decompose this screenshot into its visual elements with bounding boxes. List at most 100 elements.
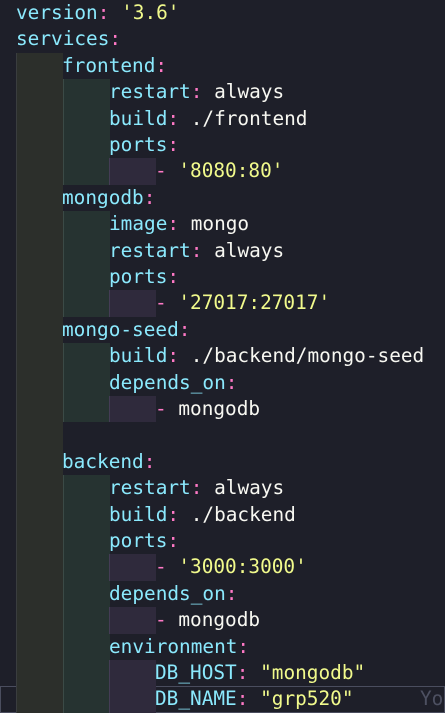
code-text: build: ./backend/mongo-seed: [109, 343, 424, 369]
code-token: :: [167, 502, 191, 526]
code-line[interactable]: frontend:: [0, 52, 445, 80]
code-token: mongodb: [178, 608, 261, 632]
code-line[interactable]: build: ./backend: [0, 501, 445, 528]
code-text: - mongodb: [155, 607, 260, 633]
code-token: DB_HOST: [155, 661, 237, 684]
code-token: version: [16, 1, 98, 24]
code-token: backend: [62, 449, 144, 473]
code-line[interactable]: build: ./frontend: [0, 105, 445, 132]
indent-guide: [63, 528, 110, 555]
code-token: build: [109, 106, 168, 130]
code-line[interactable]: - mongodb: [0, 396, 445, 423]
code-line[interactable]: restart: always: [0, 237, 445, 264]
code-token: depends_on: [109, 370, 226, 394]
indent-guide: [63, 501, 110, 528]
indent-guide: [63, 660, 110, 687]
code-token: ./frontend: [190, 106, 308, 130]
code-token: always: [214, 238, 285, 262]
code-line[interactable]: restart: always: [0, 79, 445, 106]
indent-guide: [63, 369, 110, 396]
code-line[interactable]: build: ./backend/mongo-seed: [0, 343, 445, 370]
code-token: ports: [109, 529, 168, 552]
code-line[interactable]: ports:: [0, 528, 445, 555]
code-text: mongodb:: [62, 185, 155, 211]
code-text: restart: always: [109, 238, 284, 264]
indent-guide: [109, 290, 156, 317]
indent-guide: [63, 343, 110, 370]
code-token: :: [167, 344, 191, 368]
code-line[interactable]: - '8080:80': [0, 158, 445, 185]
indent-guide: [63, 633, 110, 660]
indent-guide: [109, 554, 156, 581]
code-line[interactable]: backend:: [0, 448, 445, 476]
code-token: :: [167, 529, 180, 552]
indent-guide: [16, 369, 63, 396]
code-line[interactable]: - '3000:3000': [0, 554, 445, 581]
code-editor[interactable]: version: '3.6' services: frontend: restart:…: [0, 0, 445, 713]
indent-guide: [16, 52, 63, 80]
code-token: :: [97, 1, 122, 24]
code-line[interactable]: DB_HOST: "mongodb": [0, 660, 445, 687]
code-token: :: [190, 80, 215, 104]
code-token: restart: [109, 80, 191, 104]
code-token: -: [155, 291, 179, 315]
indent-guide: [16, 237, 63, 264]
code-line[interactable]: depends_on:: [0, 369, 445, 396]
indent-guide: [16, 343, 63, 370]
code-line[interactable]: - mongodb: [0, 607, 445, 634]
code-line[interactable]: services:: [0, 26, 445, 52]
code-token: ./backend/mongo-seed: [190, 344, 425, 368]
code-line[interactable]: version: '3.6': [0, 0, 445, 26]
indent-guide: [63, 554, 110, 581]
code-text: DB_HOST: "mongodb": [155, 660, 365, 686]
code-line[interactable]: image: mongo: [0, 211, 445, 238]
code-text: backend:: [62, 449, 155, 475]
code-token: :: [190, 238, 215, 262]
code-line[interactable]: restart: always: [0, 475, 445, 502]
code-line[interactable]: mongo-seed:: [0, 316, 445, 344]
code-text: services:: [16, 26, 121, 52]
code-token: restart: [109, 476, 191, 500]
code-line[interactable]: environment:: [0, 633, 445, 660]
indent-guide: [16, 580, 63, 608]
code-text: restart: always: [109, 79, 284, 105]
code-line-current[interactable]: DB_NAME: "grp520" Yo: [0, 686, 445, 713]
code-token: -: [155, 555, 179, 579]
code-token: services: [16, 27, 110, 51]
code-token: mongodb: [178, 397, 261, 420]
code-line[interactable]: ports:: [0, 264, 445, 291]
code-text: mongo-seed:: [62, 317, 190, 343]
code-token: '27017:27017': [178, 291, 331, 315]
indent-guide: [63, 580, 110, 608]
code-token: :: [167, 265, 180, 288]
code-token: ports: [109, 133, 168, 156]
indent-guide: [16, 448, 63, 476]
indent-guide: [63, 264, 110, 291]
code-token: '3.6': [121, 1, 180, 24]
code-text: depends_on:: [109, 581, 237, 607]
code-text: depends_on:: [109, 370, 237, 396]
code-line[interactable]: [0, 422, 445, 449]
code-token: :: [109, 27, 122, 51]
code-text: DB_NAME: "grp520": [155, 686, 354, 712]
indent-guide: [16, 158, 63, 185]
code-line[interactable]: ports:: [0, 132, 445, 159]
indent-guide: [109, 686, 156, 713]
indent-guide: [63, 290, 110, 317]
code-token: :: [178, 317, 191, 341]
indent-guide: [16, 422, 63, 449]
code-line[interactable]: depends_on:: [0, 580, 445, 608]
code-line[interactable]: - '27017:27017': [0, 290, 445, 317]
code-line[interactable]: mongodb:: [0, 184, 445, 212]
code-token: :: [155, 53, 168, 77]
indent-guide: [109, 396, 156, 423]
code-token: DB_NAME: [155, 687, 237, 711]
indent-guide: [63, 396, 110, 423]
code-token: :: [143, 449, 156, 473]
code-token: mongodb: [62, 185, 144, 209]
indent-guide: [16, 475, 63, 502]
code-token: ports: [109, 265, 168, 288]
indent-guide: [63, 105, 110, 132]
inline-hint: Yo: [420, 687, 444, 711]
indent-guide: [63, 237, 110, 264]
